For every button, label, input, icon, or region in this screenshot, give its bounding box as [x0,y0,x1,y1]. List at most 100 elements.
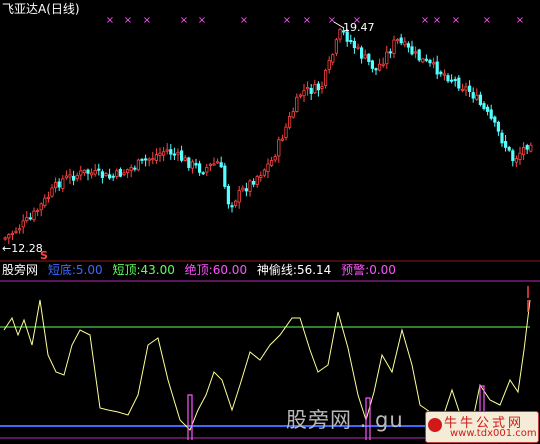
kline-chart: × × × × × × × × × × × × × × × 19.47←12.28S [0,15,540,440]
candle-body [388,51,393,54]
candle-body [248,180,252,192]
candle-body [169,149,173,155]
candle-body [237,190,241,203]
candle-body [280,138,285,141]
indicator-value: 5.00 [75,263,103,277]
candle-body [305,86,310,90]
signal-x-marker: × [124,15,132,26]
candle-body [79,170,83,176]
candle-body [10,232,14,235]
candle-body [154,154,158,161]
indicator-value: 0.00 [369,263,396,277]
candle-body [269,160,274,166]
indicator-item-absolute-top: 绝顶:60.00 [185,263,251,277]
candle-body [187,157,191,168]
candle-body [129,167,133,171]
candle-body [54,182,58,189]
candle-body [226,186,230,205]
candle-body [377,63,382,71]
high-price-label: 19.47 [343,21,375,34]
indicator-value: 43.00 [140,263,175,277]
candle-body [511,150,515,162]
candle-body [194,163,198,166]
candle-body [522,147,526,156]
candle-body [201,172,205,175]
candle-body [334,39,339,54]
candle-body [158,152,162,156]
candle-body [496,121,501,132]
candle-body [136,159,140,171]
candle-body [493,116,497,123]
candle-body [431,62,436,65]
candle-body [313,84,317,94]
indicator-label: 神偷线: [256,263,297,277]
candle-body [467,85,472,92]
candle-body [262,169,267,176]
candle-body [449,79,454,82]
candle-body [403,41,407,46]
candle-body [179,150,184,161]
candle-body [359,47,364,59]
candle-body [338,29,342,40]
candle-body [93,170,97,175]
candle-body [277,139,281,157]
candle-body [320,86,324,89]
candle-body [500,132,504,144]
candle-body [64,175,68,179]
candle-body [446,75,450,82]
candle-body [309,87,313,94]
candle-body [36,209,40,212]
candle-body [503,141,508,148]
candle-body [525,145,529,150]
candle-body [176,151,180,155]
candle-body [57,181,61,188]
candle-body [118,168,122,177]
candle-body [172,153,176,156]
candle-body [298,94,303,97]
candle-body [17,228,22,231]
candle-body [464,86,468,91]
signal-s-marker: S [40,249,48,262]
signal-x-marker: × [303,15,311,26]
candle-body [442,73,447,76]
candle-body [471,92,475,99]
candle-body [349,40,353,43]
candle-body [72,175,76,181]
candle-body [233,200,238,206]
candle-body [251,181,256,185]
signal-x-marker: × [516,15,524,26]
signal-x-marker: × [452,15,460,26]
candle-body [97,168,101,171]
indicator-item-short-bottom: 短底:5.00 [48,263,107,277]
candle-body [241,187,245,191]
indicator-label: 绝顶: [184,263,213,277]
candle-body [115,170,119,177]
candle-body [385,51,389,65]
candle-body [295,96,299,112]
candle-body [7,234,11,239]
candle-body [395,39,400,42]
candle-body [367,53,371,62]
signal-x-marker: × [180,15,188,26]
candle-body [197,163,202,173]
candle-body [68,174,72,178]
candle-body [460,88,465,91]
candle-body [100,171,104,178]
candle-body [205,166,209,173]
candle-body [108,174,112,179]
candle-body [287,116,292,128]
stamp-url: www.tdx001.com [450,428,537,439]
candle-body [424,58,429,61]
candle-body [316,83,321,91]
signal-x-marker: × [483,15,491,26]
candle-body [435,61,439,75]
signal-x-marker: × [143,15,151,26]
candle-body [208,163,212,166]
candle-body [75,175,79,179]
candle-body [183,157,187,161]
candle-body [273,156,277,161]
indicator-label: 短顶: [112,263,141,277]
candle-body [410,46,414,55]
candle-body [259,175,263,178]
candle-body [215,161,220,164]
